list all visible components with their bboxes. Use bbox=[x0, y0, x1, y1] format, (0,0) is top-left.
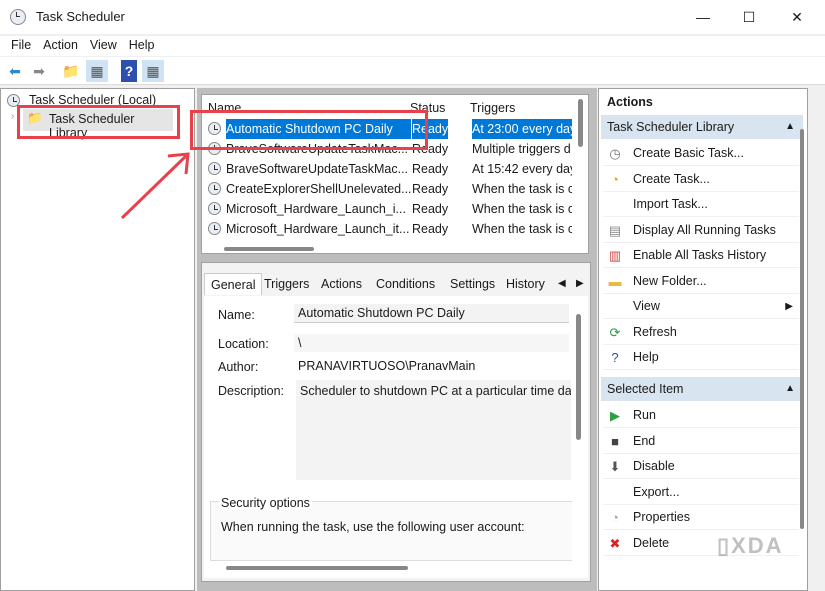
annotation-arrow bbox=[120, 152, 190, 220]
